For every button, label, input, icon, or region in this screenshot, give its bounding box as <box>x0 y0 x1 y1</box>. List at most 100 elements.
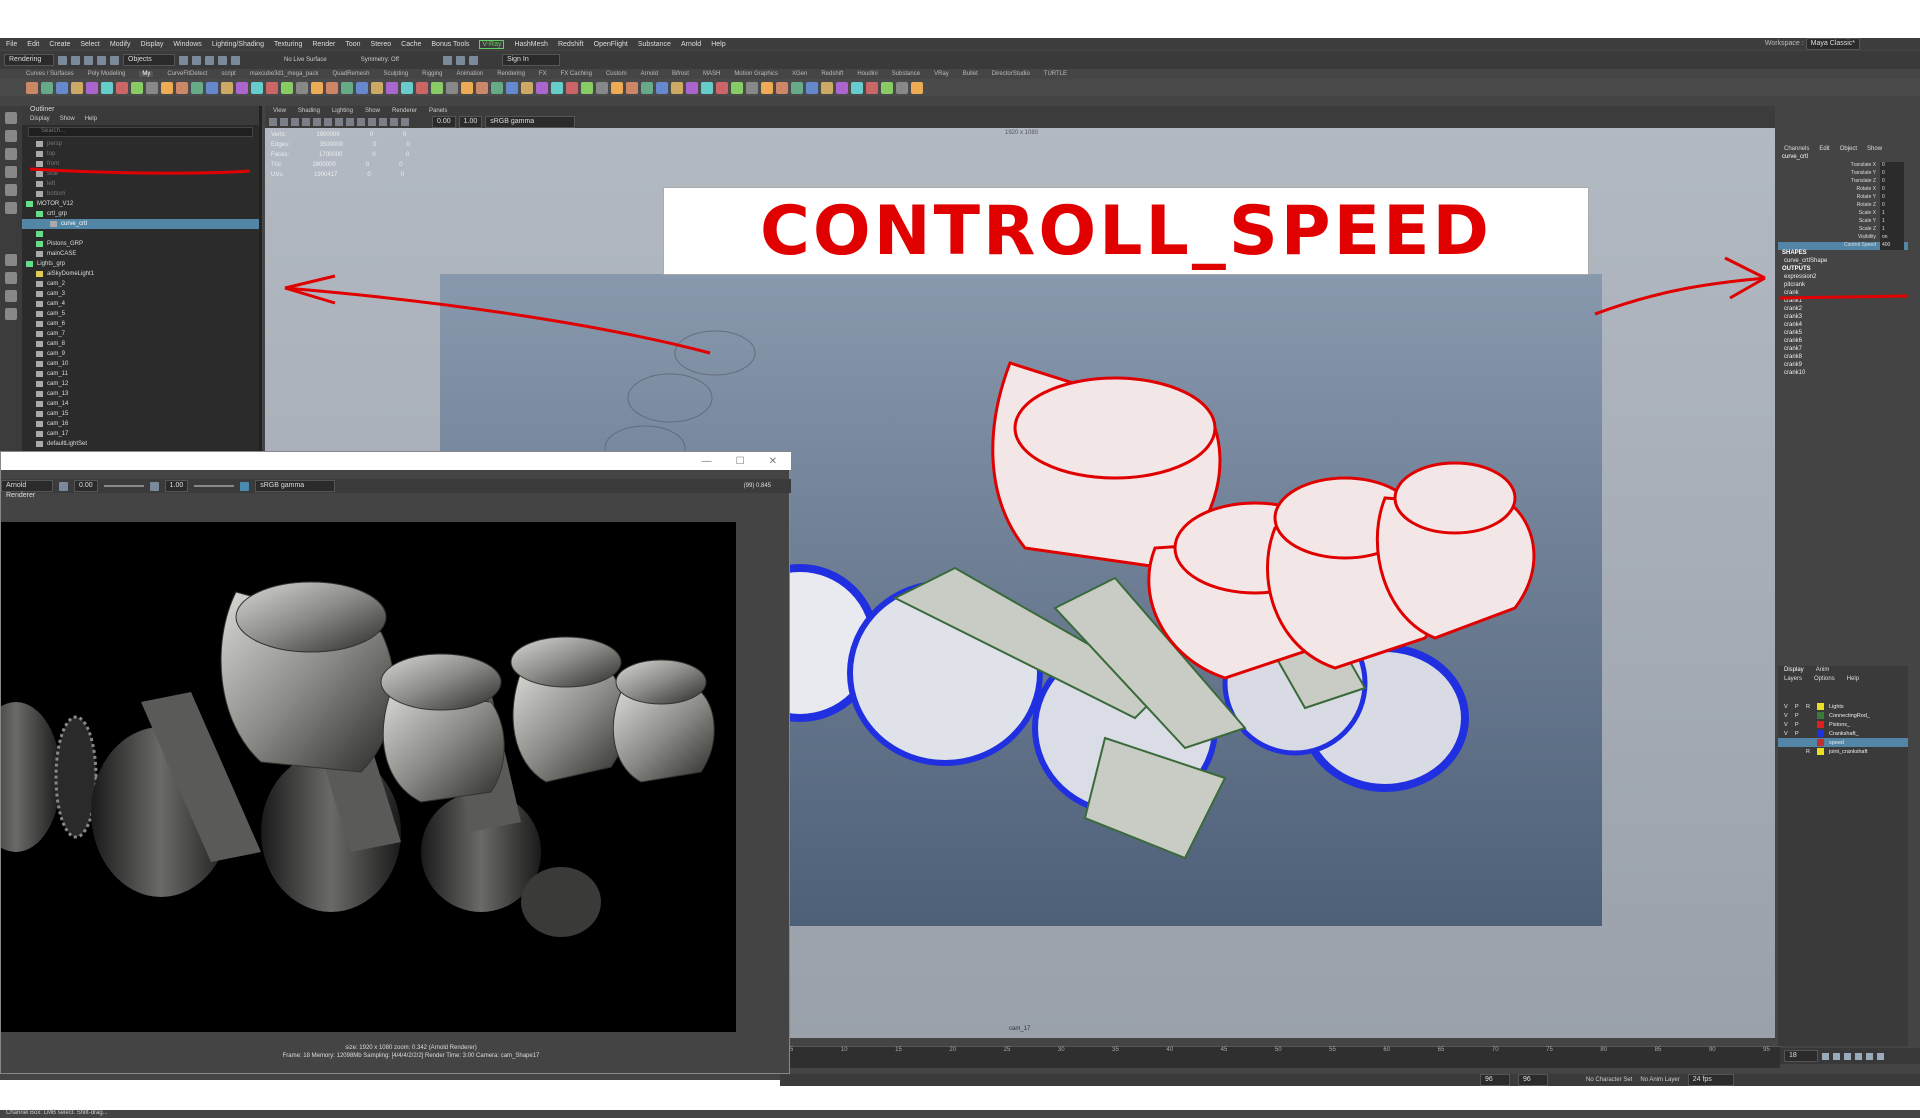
symmetry-label[interactable]: Symmetry: Off <box>361 57 399 63</box>
shelf-tool-icon[interactable] <box>836 81 848 94</box>
live-surface-label[interactable]: No Live Surface <box>284 57 327 63</box>
layer-toggle-p[interactable]: P <box>1795 713 1801 719</box>
shelf-tool-icon[interactable] <box>566 81 578 94</box>
outliner-item[interactable]: cam_8 <box>22 339 259 349</box>
outliner-item[interactable]: cam_6 <box>22 319 259 329</box>
selection-mode-dropdown[interactable]: Objects <box>123 54 175 66</box>
open-scene-icon[interactable] <box>71 55 80 65</box>
outliner-item[interactable]: cam_2 <box>22 279 259 289</box>
layer-toggle-r[interactable]: R <box>1806 704 1812 710</box>
exposure-icon[interactable] <box>59 481 68 491</box>
tab-anim[interactable]: Anim <box>1816 667 1830 674</box>
shelf-tool-icon[interactable] <box>476 81 488 94</box>
shelf-tool-icon[interactable] <box>146 81 158 94</box>
shelf-tab[interactable]: CurveFitDetect <box>167 71 207 77</box>
menu-lighting-shading[interactable]: Lighting/Shading <box>212 41 264 48</box>
ipr-render-icon[interactable] <box>455 55 465 65</box>
shelf-tool-icon[interactable] <box>626 81 638 94</box>
outliner-item[interactable]: defaultLightSet <box>22 439 259 449</box>
gamma-slider[interactable] <box>194 485 235 487</box>
channel-attr-value[interactable]: on <box>1880 234 1904 242</box>
shelf-tool-icon[interactable] <box>881 81 893 94</box>
menuset-dropdown[interactable]: Rendering <box>4 54 54 66</box>
shelf-tool-icon[interactable] <box>671 81 683 94</box>
shelf-tool-icon[interactable] <box>296 81 308 94</box>
shelf-tab[interactable]: MASH <box>703 71 720 77</box>
channel-attr-row[interactable]: Scale Y 1 <box>1778 218 1908 226</box>
shelf-tab[interactable]: Custom <box>606 71 627 77</box>
channel-attr-value[interactable]: 400 <box>1880 242 1904 250</box>
shelf-tool-icon[interactable] <box>611 81 623 94</box>
shelf-tool-icon[interactable] <box>236 81 248 94</box>
channel-attr-value[interactable]: 0 <box>1880 194 1904 202</box>
outliner-item[interactable]: cam_16 <box>22 419 259 429</box>
render-settings-icon[interactable] <box>468 55 478 65</box>
menu-hashmesh[interactable]: HashMesh <box>514 41 547 48</box>
shelf-tab[interactable]: Arnold <box>641 71 658 77</box>
camera-attrs-icon[interactable] <box>269 118 277 126</box>
workspace-selector[interactable]: Workspace : Maya Classic* <box>1765 38 1860 50</box>
save-scene-icon[interactable] <box>84 55 93 65</box>
channel-attr-row[interactable]: Rotate Z 0 <box>1778 202 1908 210</box>
shelf-tab[interactable]: Sculpting <box>383 71 408 77</box>
shelf-tool-icon[interactable] <box>131 81 143 94</box>
menu-help[interactable]: Help <box>711 41 725 48</box>
shelf-tab[interactable]: Curves / Surfaces <box>26 71 74 77</box>
layer-toggle-v[interactable]: V <box>1784 704 1790 710</box>
shelf-tool-icon[interactable] <box>446 81 458 94</box>
shelf-tool-icon[interactable] <box>506 81 518 94</box>
menu-display[interactable]: Display <box>140 41 163 48</box>
menu-toon[interactable]: Toon <box>345 41 360 48</box>
range-end-field[interactable]: 96 <box>1518 1074 1548 1086</box>
menu-vray[interactable]: V-Ray <box>479 39 505 49</box>
menu-openflight[interactable]: OpenFlight <box>594 41 628 48</box>
lasso-tool-icon[interactable] <box>5 130 17 142</box>
shelf-tool-icon[interactable] <box>341 81 353 94</box>
channel-box-menu-object[interactable]: Object <box>1840 146 1857 152</box>
shelf-tool-icon[interactable] <box>521 81 533 94</box>
snap-point-icon[interactable] <box>231 55 240 65</box>
channel-connection-item[interactable]: crank7 <box>1778 346 1908 354</box>
shelf-tool-icon[interactable] <box>386 81 398 94</box>
shelf-tool-icon[interactable] <box>641 81 653 94</box>
layout-four-icon[interactable] <box>5 272 17 284</box>
channel-attr-row[interactable]: Visibility on <box>1778 234 1908 242</box>
channel-box-menu-show[interactable]: Show <box>1867 146 1882 152</box>
viewport-menu-show[interactable]: Show <box>365 108 380 114</box>
menu-windows[interactable]: Windows <box>173 41 201 48</box>
sign-in-button[interactable]: Sign In <box>501 54 560 66</box>
shelf-tab[interactable]: maxcube3d1_mega_pack <box>250 71 319 77</box>
channel-attr-value[interactable]: 0 <box>1880 178 1904 186</box>
outliner-item[interactable]: top <box>22 149 259 159</box>
maximize-icon[interactable]: ☐ <box>736 456 745 467</box>
undo-icon[interactable] <box>97 55 106 65</box>
shelf-tool-icon[interactable] <box>206 81 218 94</box>
render-gamma-field[interactable]: 1.00 <box>164 480 189 492</box>
shelf-tool-icon[interactable] <box>821 81 833 94</box>
channel-attr-row[interactable]: Translate X 0 <box>1778 162 1908 170</box>
shelf-tool-icon[interactable] <box>311 81 323 94</box>
shelf-tab[interactable]: Poly Modeling <box>88 71 126 77</box>
go-to-end-icon[interactable] <box>1877 1052 1884 1060</box>
layer-row[interactable]: V P ConnectingRod_ <box>1778 711 1908 720</box>
shelf-tool-icon[interactable] <box>281 81 293 94</box>
shelf-tab[interactable]: FX Caching <box>561 71 592 77</box>
channel-attr-value[interactable]: 1 <box>1880 218 1904 226</box>
shelf-tool-icon[interactable] <box>866 81 878 94</box>
channel-attr-row[interactable]: Translate Y 0 <box>1778 170 1908 178</box>
channel-connection-item[interactable]: crank10 <box>1778 370 1908 378</box>
shelf-tool-icon[interactable] <box>431 81 443 94</box>
time-slider[interactable]: 5 10 15 20 25 30 35 40 45 50 55 60 65 70 75 80 85 90 95 <box>780 1046 1780 1068</box>
channel-attr-row[interactable]: Scale Z 1 <box>1778 226 1908 234</box>
layer-row[interactable]: V P Pistons_ <box>1778 720 1908 729</box>
channel-connection-item[interactable]: crank6 <box>1778 338 1908 346</box>
fps-dropdown[interactable]: 24 fps <box>1687 1074 1734 1086</box>
current-frame-field[interactable]: 18 <box>1784 1050 1818 1062</box>
viewport-menu-lighting[interactable]: Lighting <box>332 108 353 114</box>
shelf-tool-icon[interactable] <box>461 81 473 94</box>
shelf-tool-icon[interactable] <box>221 81 233 94</box>
channel-attr-value[interactable]: 0 <box>1880 162 1904 170</box>
outliner-item[interactable]: aiSkyDomeLight1 <box>22 269 259 279</box>
shelf-tool-icon[interactable] <box>176 81 188 94</box>
shelf-tool-icon[interactable] <box>536 81 548 94</box>
